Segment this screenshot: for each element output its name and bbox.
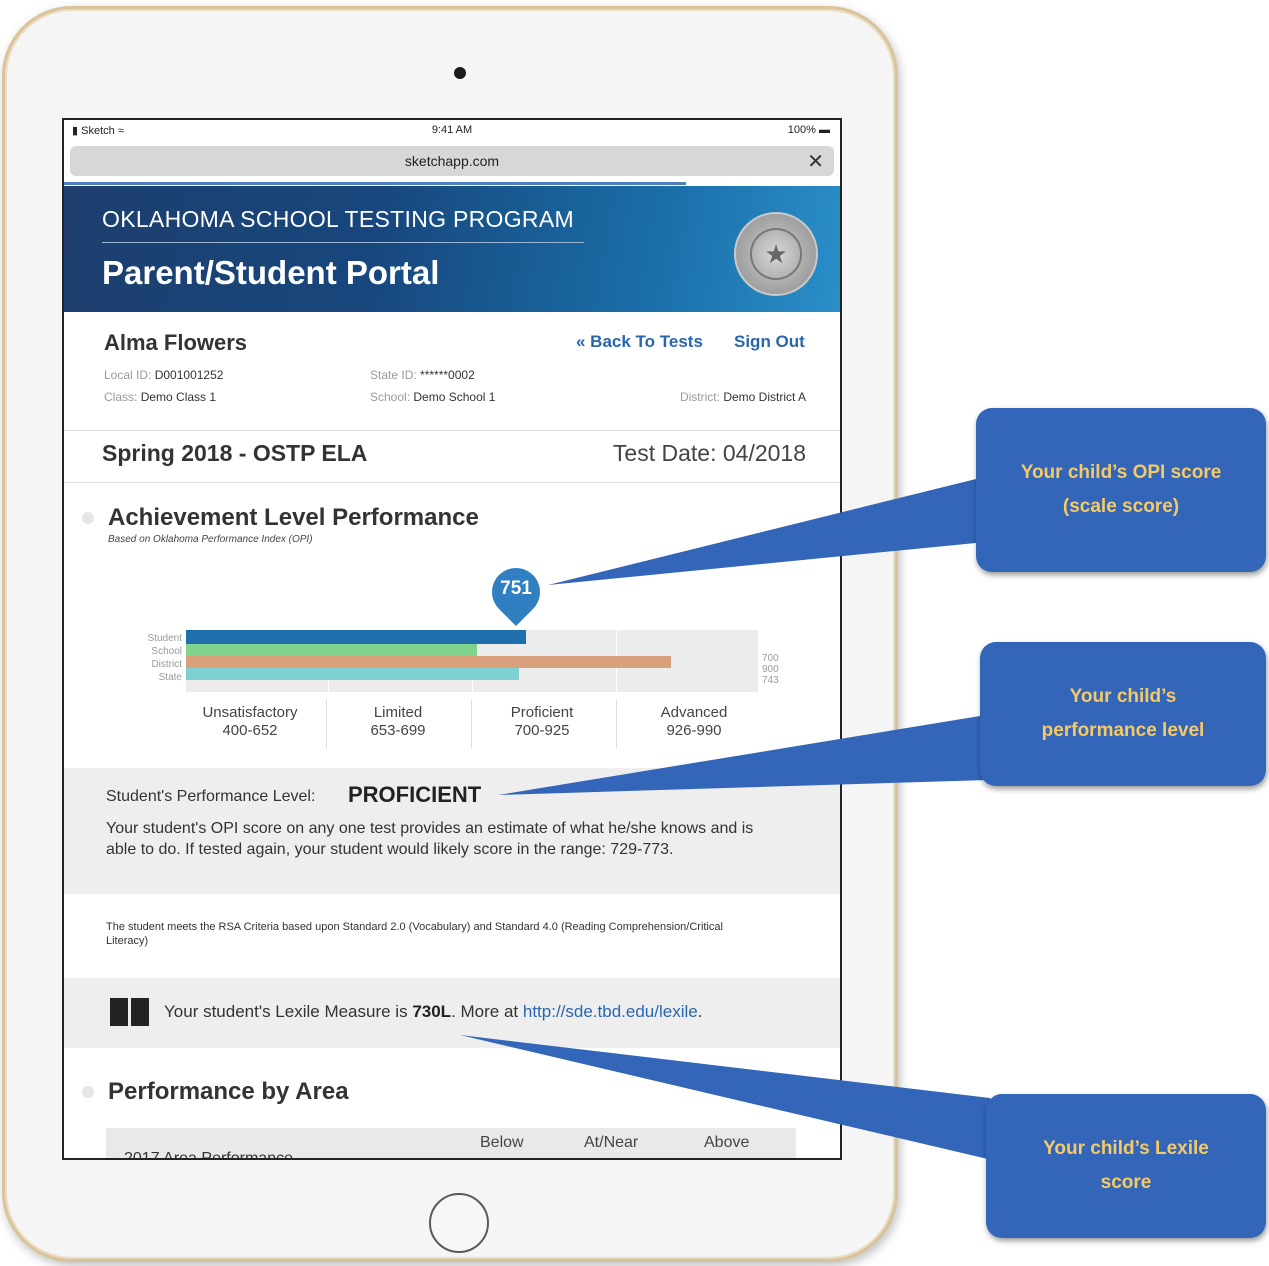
- portal-banner: OKLAHOMA SCHOOL TESTING PROGRAM Parent/S…: [64, 186, 840, 312]
- ipad-screen: ▮ Sketch ≈ 9:41 AM 100% ▬ sketchapp.com …: [62, 118, 842, 1160]
- banner-divider: [102, 242, 584, 243]
- area-col-above: Above: [704, 1134, 750, 1151]
- battery-icon: ▬: [819, 124, 830, 136]
- student-header: Alma Flowers « Back To Tests Sign Out Lo…: [64, 312, 840, 431]
- lexile-box: Your student's Lexile Measure is 730L. M…: [64, 978, 840, 1048]
- student-name: Alma Flowers: [104, 330, 248, 355]
- value-label-school: 700: [762, 653, 779, 664]
- battery-label: 100% ▬: [787, 124, 830, 136]
- performance-level-box: Student's Performance Level: PROFICIENT …: [64, 768, 840, 894]
- program-title: OKLAHOMA SCHOOL TESTING PROGRAM: [102, 206, 574, 232]
- area-col-below: Below: [480, 1134, 524, 1151]
- row-label-district: District: [151, 659, 182, 670]
- level-unsatisfactory: Unsatisfactory 400-652: [202, 704, 298, 739]
- sign-out-link[interactable]: Sign Out: [734, 332, 805, 352]
- bar-district: [186, 656, 671, 668]
- level-limited: Limited 653-699: [370, 704, 426, 739]
- performance-description: Your student's OPI score on any one test…: [106, 820, 754, 858]
- level-proficient: Proficient 700-925: [510, 704, 574, 739]
- rsa-criteria-text: The student meets the RSA Criteria based…: [106, 921, 723, 947]
- performance-level-callout: Your child’s performance level: [980, 642, 1266, 786]
- local-id: Local ID: D001001252: [104, 368, 224, 382]
- bar-state: [186, 668, 519, 680]
- area-col-at-near: At/Near: [584, 1134, 639, 1151]
- opi-score-callout: Your child’s OPI score (scale score): [976, 408, 1266, 572]
- lexile-score-callout: Your child’s Lexile score: [986, 1094, 1266, 1238]
- row-label-student: Student: [147, 633, 182, 644]
- level-divider: [616, 700, 617, 748]
- value-label-district: 900: [762, 664, 779, 675]
- test-header: Spring 2018 - OSTP ELA Test Date: 04/201…: [64, 430, 840, 483]
- area-col-label: 2017 Area Performance: [124, 1150, 293, 1160]
- test-name: Spring 2018 - OSTP ELA: [102, 440, 368, 466]
- performance-by-area-title: Performance by Area: [108, 1078, 349, 1105]
- achievement-subtitle: Based on Oklahoma Performance Index (OPI…: [108, 534, 313, 545]
- row-label-school: School: [151, 646, 182, 657]
- bar-student: [186, 630, 526, 644]
- level-divider: [326, 700, 327, 748]
- back-to-tests-link[interactable]: « Back To Tests: [576, 332, 703, 352]
- lexile-text: Your student's Lexile Measure is 730L. M…: [164, 1002, 703, 1021]
- performance-level-label: Student's Performance Level:: [106, 788, 316, 805]
- portal-title: Parent/Student Portal: [102, 254, 440, 291]
- close-icon[interactable]: ✕: [807, 149, 824, 174]
- level-advanced: Advanced 926-990: [660, 704, 728, 739]
- area-table-header: 2017 Area Performance Below At/Near Abov…: [106, 1128, 796, 1160]
- achievement-title: Achievement Level Performance: [108, 504, 479, 531]
- district-info: District: Demo District A: [679, 390, 806, 404]
- section-bullet: [82, 512, 94, 524]
- lexile-link[interactable]: http://sde.tbd.edu/lexile: [523, 1002, 698, 1021]
- value-label-state: 743: [762, 675, 779, 686]
- test-date: Test Date: 04/2018: [612, 440, 806, 466]
- book-icon: [110, 998, 150, 1028]
- school-info: School: Demo School 1: [370, 390, 496, 404]
- state-id: State ID: ******0002: [370, 368, 475, 382]
- row-label-state: State: [158, 672, 182, 683]
- home-button[interactable]: [429, 1193, 489, 1253]
- status-bar: ▮ Sketch ≈ 9:41 AM 100% ▬: [64, 120, 840, 142]
- lexile-measure: 730L: [412, 1002, 452, 1021]
- bar-school: [186, 644, 477, 656]
- camera-icon: [454, 67, 466, 79]
- page-load-progress: [64, 182, 686, 185]
- state-seal-icon: ★: [734, 212, 818, 296]
- section-bullet: [82, 1086, 94, 1098]
- address-bar[interactable]: sketchapp.com ✕: [70, 146, 834, 176]
- performance-level-value: PROFICIENT: [348, 782, 482, 807]
- class-info: Class: Demo Class 1: [104, 390, 217, 404]
- score-marker-value: 751: [500, 578, 532, 599]
- url-text: sketchapp.com: [404, 153, 500, 169]
- status-time: 9:41 AM: [431, 124, 473, 136]
